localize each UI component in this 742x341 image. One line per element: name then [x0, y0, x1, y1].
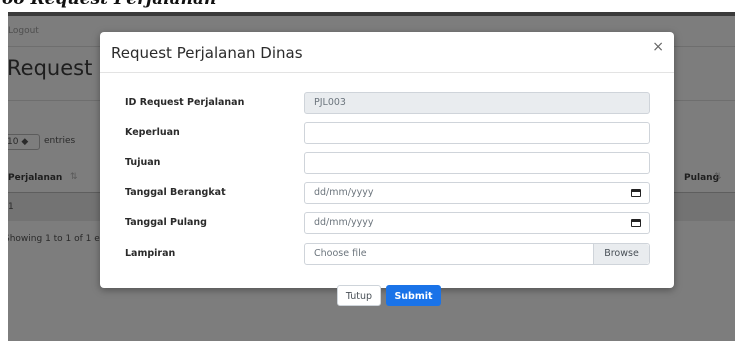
- tanggal-berangkat-input[interactable]: dd/mm/yyyy: [304, 182, 650, 204]
- calendar-icon[interactable]: [631, 219, 641, 227]
- id-request-field: PJL003: [304, 92, 650, 114]
- lampiran-file-input[interactable]: Choose file Browse: [304, 243, 650, 265]
- lampiran-placeholder: Choose file: [314, 248, 367, 259]
- sort-icon[interactable]: ⇅: [70, 172, 78, 182]
- modal-title: Request Perjalanan Dinas: [111, 44, 303, 62]
- caption-text: oo Request Perjalanan: [2, 0, 216, 9]
- tutup-button[interactable]: Tutup: [337, 285, 381, 306]
- calendar-icon[interactable]: [631, 189, 641, 197]
- form-row-id: ID Request Perjalanan PJL003: [100, 92, 674, 114]
- tanggal-pulang-placeholder: dd/mm/yyyy: [314, 217, 374, 228]
- logout-link[interactable]: Logout: [8, 26, 39, 36]
- form-row-lampiran: Lampiran Choose file Browse: [100, 243, 674, 265]
- form-row-tujuan: Tujuan: [100, 152, 674, 174]
- tujuan-label: Tujuan: [125, 157, 161, 168]
- keperluan-input[interactable]: [304, 122, 650, 144]
- keperluan-label: Keperluan: [125, 127, 180, 138]
- lampiran-label: Lampiran: [125, 248, 176, 259]
- tujuan-input[interactable]: [304, 152, 650, 174]
- top-navbar: [8, 12, 735, 16]
- form-row-keperluan: Keperluan: [100, 122, 674, 144]
- modal-header: Request Perjalanan Dinas ×: [100, 32, 674, 73]
- sort-icon[interactable]: ⇅: [714, 172, 722, 182]
- tanggal-berangkat-label: Tanggal Berangkat: [125, 187, 226, 198]
- length-value: 10: [8, 137, 19, 147]
- form-row-pulang: Tanggal Pulang dd/mm/yyyy: [100, 212, 674, 234]
- form-row-berangkat: Tanggal Berangkat dd/mm/yyyy: [100, 182, 674, 204]
- submit-button[interactable]: Submit: [386, 285, 441, 306]
- column-header-perjalanan[interactable]: Perjalanan: [8, 173, 62, 183]
- entries-length-select[interactable]: 10 ◆: [8, 134, 40, 150]
- close-icon[interactable]: ×: [652, 40, 664, 54]
- tanggal-pulang-label: Tanggal Pulang: [125, 217, 207, 228]
- id-request-label: ID Request Perjalanan: [125, 97, 245, 108]
- request-modal: Request Perjalanan Dinas × ID Request Pe…: [100, 32, 674, 306]
- tanggal-berangkat-placeholder: dd/mm/yyyy: [314, 187, 374, 198]
- tanggal-pulang-input[interactable]: dd/mm/yyyy: [304, 212, 650, 234]
- entries-label: entries: [44, 136, 76, 146]
- table-cell: 1: [8, 202, 14, 212]
- page-caption: oo Request Perjalanan: [0, 0, 742, 12]
- browse-button[interactable]: Browse: [593, 244, 649, 264]
